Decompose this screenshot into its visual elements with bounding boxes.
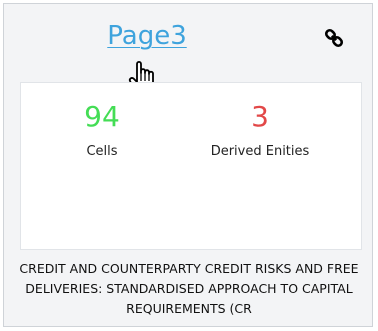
cells-count: 94	[84, 100, 120, 133]
cells-stat: 94 Cells	[57, 99, 147, 161]
derived-entities-stat: 3 Derived Enities	[185, 99, 335, 161]
link-icon[interactable]	[322, 26, 346, 50]
cells-label: Cells	[86, 144, 118, 159]
page-description: CREDIT AND COUNTERPARTY CREDIT RISKS AND…	[19, 261, 359, 316]
derived-entities-label: Derived Enities	[210, 144, 310, 159]
derived-entities-count: 3	[251, 100, 269, 133]
stats-panel: 94 Cells 3 Derived Enities	[20, 82, 362, 250]
page-card[interactable]: Page3 94 Cells 3 Derived Enities CREDIT …	[3, 3, 373, 327]
page-title-link[interactable]: Page3	[4, 20, 290, 52]
link-icon-graphic	[324, 28, 344, 48]
